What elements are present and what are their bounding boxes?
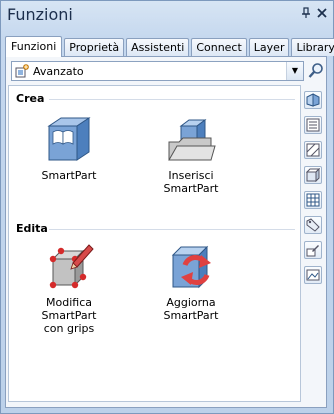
tab-proprieta[interactable]: Proprietà bbox=[64, 38, 125, 56]
insert-smartpart-label: Inserisci SmartPart bbox=[141, 169, 241, 195]
module-icon bbox=[15, 64, 29, 78]
update-label-line2: SmartPart bbox=[163, 309, 219, 322]
edit-layer-icon[interactable] bbox=[304, 241, 322, 259]
tab-pane-funzioni: Avanzato ▼ Crea SmartPart Inserisci Smar… bbox=[5, 56, 327, 408]
modify-label-line1: Modifica SmartPart bbox=[41, 296, 97, 322]
update-smartpart-item[interactable]: Aggiorna SmartPart bbox=[141, 241, 241, 322]
modify-smartpart-grips-label: Modifica SmartPart con grips bbox=[19, 296, 119, 335]
section-divider bbox=[49, 229, 295, 230]
insert-smartpart-label-line1: Inserisci bbox=[168, 169, 214, 182]
module-selector-combo[interactable]: Avanzato ▼ bbox=[11, 61, 304, 81]
title-bar: Funzioni bbox=[1, 1, 333, 27]
properties-icon[interactable] bbox=[304, 116, 322, 134]
update-smartpart-icon bbox=[165, 241, 217, 293]
chevron-down-icon[interactable]: ▼ bbox=[286, 62, 303, 80]
insert-smartpart-item[interactable]: Inserisci SmartPart bbox=[141, 114, 241, 195]
section-title-edita: Edita bbox=[16, 222, 48, 235]
functions-palette-window: Funzioni Funzioni Proprietà Assistenti C… bbox=[0, 0, 334, 414]
tab-layer[interactable]: Layer bbox=[248, 38, 290, 56]
functions-list: Crea SmartPart Inserisci SmartPart Edita… bbox=[8, 85, 301, 402]
insert-smartpart-label-line2: SmartPart bbox=[163, 182, 219, 195]
update-smartpart-label: Aggiorna SmartPart bbox=[141, 296, 241, 322]
smartpart-label: SmartPart bbox=[41, 169, 97, 182]
module-selector-value: Avanzato bbox=[33, 65, 84, 78]
search-icon[interactable] bbox=[308, 62, 324, 80]
right-toolbar bbox=[304, 91, 324, 291]
modify-grips-icon bbox=[43, 241, 95, 293]
tab-connect[interactable]: Connect bbox=[191, 38, 247, 56]
grid-icon[interactable] bbox=[304, 191, 322, 209]
pin-icon[interactable] bbox=[301, 7, 311, 22]
section-divider bbox=[49, 99, 295, 100]
tab-library[interactable]: Library bbox=[291, 38, 334, 56]
picture-icon[interactable] bbox=[304, 266, 322, 284]
tab-funzioni[interactable]: Funzioni bbox=[5, 36, 63, 57]
modify-label-line2: con grips bbox=[43, 322, 95, 335]
3d-view-icon[interactable] bbox=[304, 91, 322, 109]
section-title-crea: Crea bbox=[16, 92, 45, 105]
smartpart-item[interactable]: SmartPart bbox=[19, 114, 119, 182]
modify-smartpart-grips-item[interactable]: Modifica SmartPart con grips bbox=[19, 241, 119, 335]
close-icon[interactable] bbox=[317, 7, 327, 22]
titlebar-controls bbox=[301, 7, 327, 22]
window-title: Funzioni bbox=[7, 5, 73, 24]
hatch-icon[interactable] bbox=[304, 141, 322, 159]
update-label-line1: Aggiorna bbox=[166, 296, 216, 309]
tab-assistenti[interactable]: Assistenti bbox=[126, 38, 190, 56]
tab-strip: Funzioni Proprietà Assistenti Connect La… bbox=[5, 36, 334, 57]
smartpart-icon bbox=[43, 114, 95, 166]
insert-smartpart-icon bbox=[165, 114, 217, 166]
tag-icon[interactable] bbox=[304, 216, 322, 234]
cube-icon[interactable] bbox=[304, 166, 322, 184]
